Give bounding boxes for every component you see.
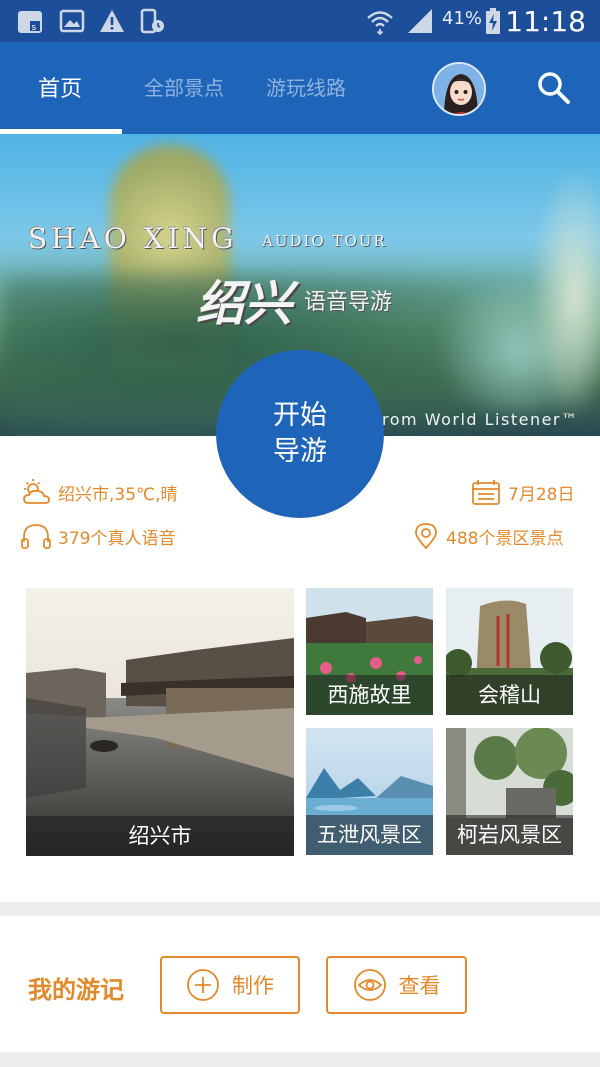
bottom-divider <box>0 1052 600 1067</box>
spots-count-text: 488个景区景点 <box>446 528 564 549</box>
audio-count-text: 379个真人语音 <box>58 528 176 549</box>
phone-usage-icon <box>140 8 164 34</box>
date-info: 7月28日 <box>470 478 574 506</box>
start-tour-button[interactable]: 开始 导游 <box>216 350 384 518</box>
tab-tour-routes[interactable]: 游玩线路 <box>266 72 346 101</box>
tile-kuaiji-mountain[interactable]: 会稽山 <box>446 588 573 715</box>
battery-percentage: 41% <box>442 8 483 29</box>
top-nav: 首页 全部景点 游玩线路 <box>0 42 600 134</box>
sim-notification-icon: s <box>18 11 42 33</box>
signal-icon <box>408 9 432 33</box>
tile-label: 柯岩风景区 <box>446 815 573 855</box>
date-text: 7月28日 <box>508 484 575 505</box>
avatar[interactable] <box>432 62 486 116</box>
gallery-notification-icon <box>59 9 85 33</box>
tile-shaoxing-city[interactable]: 绍兴市 <box>26 588 294 856</box>
hero-credit: rom World Listener™ <box>382 410 579 429</box>
section-divider <box>0 902 600 916</box>
status-bar: s 41% 11:18 <box>0 0 600 42</box>
eye-icon <box>353 969 386 1001</box>
tile-xishi-hometown[interactable]: 西施故里 <box>306 588 433 715</box>
clock: 11:18 <box>505 5 586 38</box>
hero-title-en: SHAO XING <box>28 222 238 255</box>
tile-label: 五泄风景区 <box>306 815 433 855</box>
warning-icon <box>100 10 124 32</box>
tile-label: 绍兴市 <box>26 816 294 856</box>
weather-text: 绍兴市,35℃,晴 <box>58 484 178 505</box>
start-tour-line1: 开始 <box>273 400 327 431</box>
hero-title-cn: 绍兴 <box>196 276 293 332</box>
my-journal-title: 我的游记 <box>28 976 124 1004</box>
tile-label: 会稽山 <box>446 675 573 715</box>
spots-count-info: 488个景区景点 <box>412 522 563 550</box>
calendar-icon <box>472 480 500 505</box>
hero-title-sub: AUDIO TOUR <box>262 232 387 250</box>
location-pin-icon <box>415 523 437 550</box>
battery-charging-icon <box>486 8 500 34</box>
tile-label: 西施故里 <box>306 675 433 715</box>
audio-count-info: 379个真人语音 <box>20 522 175 550</box>
view-journal-label: 查看 <box>398 974 441 998</box>
view-journal-button[interactable]: 查看 <box>326 956 467 1014</box>
wifi-icon <box>367 11 393 35</box>
weather-info: 绍兴市,35℃,晴 <box>20 478 178 506</box>
start-tour-line2: 导游 <box>273 436 327 467</box>
headphones-icon <box>21 524 51 549</box>
tab-home[interactable]: 首页 <box>38 71 82 103</box>
hero-title-cn2: 语音导游 <box>304 290 393 315</box>
user-avatar-icon <box>434 64 484 114</box>
tile-wuxie-scenic[interactable]: 五泄风景区 <box>306 728 433 855</box>
create-journal-button[interactable]: 制作 <box>160 956 300 1014</box>
weather-partly-cloudy-icon <box>23 479 50 504</box>
tab-all-attractions[interactable]: 全部景点 <box>144 72 224 101</box>
plus-circle-icon <box>187 969 219 1001</box>
create-journal-label: 制作 <box>232 974 274 998</box>
tile-keyan-scenic[interactable]: 柯岩风景区 <box>446 728 573 855</box>
search-icon[interactable] <box>536 70 572 106</box>
svg-text:s: s <box>32 23 37 33</box>
